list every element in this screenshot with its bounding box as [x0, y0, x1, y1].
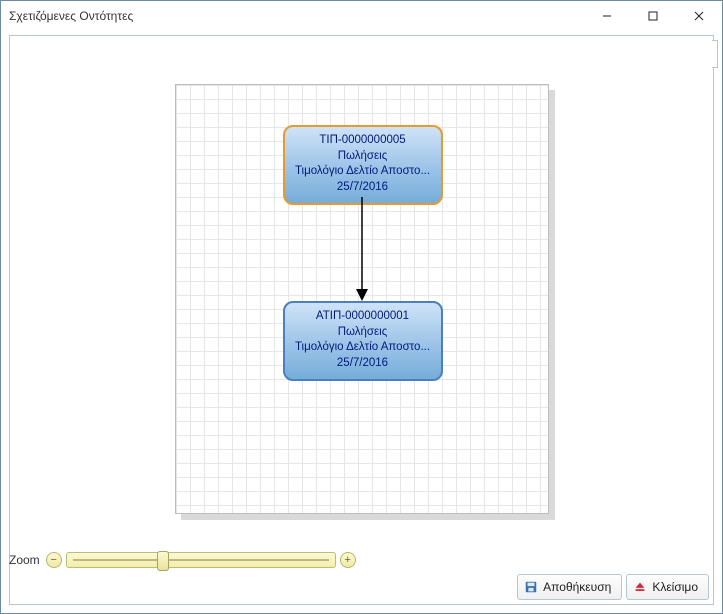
node-code: ΑΤΙΠ-0000000001 [291, 309, 435, 325]
diagram-node[interactable]: ΤΙΠ-0000000005 Πωλήσεις Τιμολόγιο Δελτίο… [283, 125, 443, 205]
maximize-icon [648, 11, 658, 21]
node-category: Πωλήσεις [291, 149, 435, 165]
canvas-shadow: ΤΙΠ-0000000005 Πωλήσεις Τιμολόγιο Δελτίο… [175, 84, 549, 514]
node-type: Τιμολόγιο Δελτίο Αποστο... [291, 164, 435, 180]
eject-icon [633, 580, 647, 594]
client-area: ΤΙΠ-0000000005 Πωλήσεις Τιμολόγιο Δελτίο… [9, 35, 714, 605]
node-code: ΤΙΠ-0000000005 [291, 133, 435, 149]
diagram-node[interactable]: ΑΤΙΠ-0000000001 Πωλήσεις Τιμολόγιο Δελτί… [283, 301, 443, 381]
window-title: Σχετιζόμενες Οντότητες [9, 9, 584, 23]
maximize-button[interactable] [630, 1, 676, 31]
save-button[interactable]: Αποθήκευση [517, 574, 622, 600]
inner-panel: ΤΙΠ-0000000005 Πωλήσεις Τιμολόγιο Δελτίο… [9, 35, 714, 605]
zoom-controls: Zoom − + [9, 552, 356, 568]
canvas-viewport[interactable]: ΤΙΠ-0000000005 Πωλήσεις Τιμολόγιο Δελτίο… [10, 36, 713, 530]
slider-thumb[interactable] [157, 551, 169, 571]
zoom-slider[interactable] [66, 552, 336, 568]
minimize-icon [602, 11, 612, 21]
zoom-label: Zoom [9, 553, 42, 567]
node-type: Τιμολόγιο Δελτίο Αποστο... [291, 340, 435, 356]
minus-icon: − [50, 555, 56, 566]
node-date: 25/7/2016 [291, 356, 435, 372]
minimize-button[interactable] [584, 1, 630, 31]
close-button[interactable]: Κλείσιμο [626, 574, 709, 600]
close-button-label: Κλείσιμο [652, 580, 698, 594]
node-category: Πωλήσεις [291, 325, 435, 341]
save-icon [524, 580, 538, 594]
close-icon [694, 11, 704, 21]
edge-arrow [354, 197, 370, 303]
close-window-button[interactable] [676, 1, 722, 31]
zoom-in-button[interactable]: + [340, 552, 356, 568]
plus-icon: + [344, 555, 350, 566]
titlebar[interactable]: Σχετιζόμενες Οντότητες [1, 1, 722, 31]
window-controls [584, 1, 722, 31]
save-button-label: Αποθήκευση [543, 580, 611, 594]
action-buttons: Αποθήκευση Κλείσιμο [517, 574, 709, 600]
zoom-out-button[interactable]: − [46, 552, 62, 568]
app-window: Σχετιζόμενες Οντότητες ΤΙΠ-0000000005 [0, 0, 723, 614]
diagram-canvas[interactable]: ΤΙΠ-0000000005 Πωλήσεις Τιμολόγιο Δελτίο… [175, 84, 549, 514]
footer: Zoom − + [10, 530, 713, 604]
node-date: 25/7/2016 [291, 180, 435, 196]
slider-track [73, 559, 329, 561]
